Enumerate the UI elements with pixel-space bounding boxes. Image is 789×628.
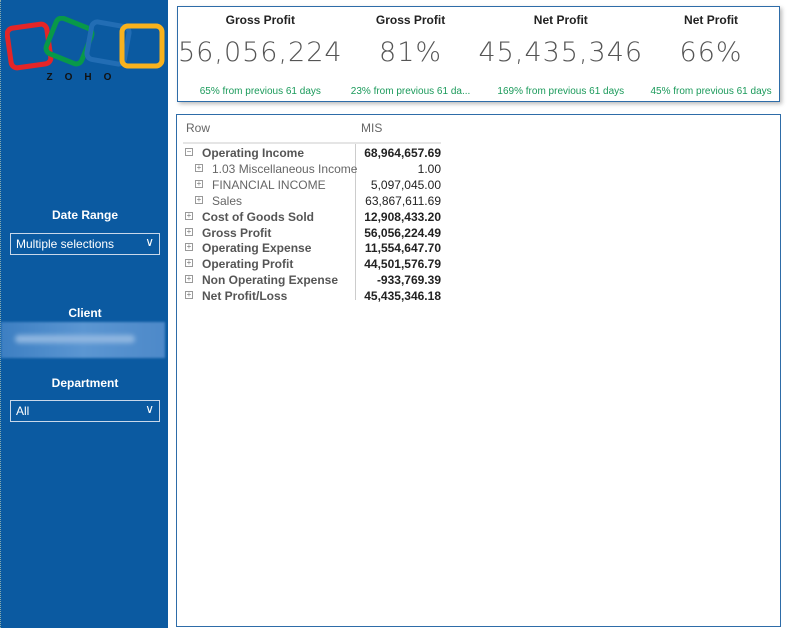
kpi-card: Net Profit 66% 45% from previous 61 days	[643, 7, 779, 101]
row-value: -933,769.39	[376, 273, 441, 288]
row-value: 1.00	[417, 161, 441, 176]
table-row: + Operating Expense 11,554,647.70	[185, 240, 441, 256]
table-row: + Cost of Goods Sold 12,908,433.20	[185, 209, 441, 225]
date-range-label: Date Range	[51, 208, 119, 222]
row-label: Operating Income	[202, 146, 305, 160]
kpi-value: 45,435,346	[478, 37, 644, 68]
row-value: 12,908,433.20	[364, 209, 441, 224]
table-row: + Operating Profit 44,501,576.79	[185, 256, 441, 272]
table-row: − Operating Income 68,964,657.69	[185, 145, 441, 161]
date-range-value: Multiple selections	[16, 237, 115, 251]
kpi-value: 56,056,224	[178, 37, 343, 68]
row-label: 1.03 Miscellaneous Income	[212, 161, 358, 176]
mis-matrix: Row MIS − Operating Income 68,964,657.69…	[176, 114, 781, 627]
sidebar: ZOHO Date Range Multiple selections ∨ Cl…	[0, 0, 168, 628]
kpi-card: Net Profit 45,435,346 169% from previous…	[479, 7, 644, 101]
kpi-title: Net Profit	[533, 13, 588, 27]
row-value: 11,554,647.70	[364, 241, 441, 256]
kpi-title: Net Profit	[684, 13, 739, 27]
row-value: 5,097,045.00	[370, 177, 441, 192]
client-slicer[interactable]	[1, 322, 165, 358]
row-label: Operating Profit	[202, 257, 294, 272]
row-label: Non Operating Expense	[202, 273, 339, 288]
table-row: + FINANCIAL INCOME 5,097,045.00	[185, 177, 441, 193]
row-value: 68,964,657.69	[364, 146, 441, 160]
client-label: Client	[68, 306, 102, 320]
kpi-change: 169% from previous 61 days	[497, 86, 625, 97]
expand-icon[interactable]: +	[185, 275, 193, 284]
row-label: Cost of Goods Sold	[202, 209, 314, 224]
kpi-change: 23% from previous 61 da...	[350, 86, 471, 97]
table-row: + 1.03 Miscellaneous Income 1.00	[185, 161, 441, 177]
kpi-change: 45% from previous 61 days	[650, 86, 772, 97]
expand-icon[interactable]: +	[185, 259, 193, 268]
kpi-value: 66%	[679, 37, 743, 68]
table-row: + Sales 63,867,611.69	[185, 193, 441, 209]
expand-icon[interactable]: +	[185, 243, 193, 252]
expand-icon[interactable]: +	[195, 179, 203, 188]
row-label: Operating Expense	[202, 241, 312, 256]
department-value: All	[16, 404, 30, 418]
table-row: + Gross Profit 56,056,224.49	[185, 225, 441, 241]
expand-icon[interactable]: +	[185, 291, 193, 300]
chevron-down-icon: ∨	[145, 402, 154, 416]
row-label: FINANCIAL INCOME	[212, 177, 326, 192]
header-divider	[183, 142, 441, 144]
kpi-cards: Gross Profit 56,056,224 65% from previou…	[177, 6, 780, 102]
department-dropdown[interactable]: All ∨	[10, 400, 160, 422]
row-label: Sales	[212, 193, 243, 208]
collapse-icon[interactable]: −	[185, 148, 193, 156]
expand-icon[interactable]: +	[195, 163, 203, 172]
kpi-title: Gross Profit	[225, 13, 295, 27]
row-value: 44,501,576.79	[364, 257, 441, 272]
row-value: 63,867,611.69	[365, 193, 441, 208]
table-row: + Net Profit/Loss 45,435,346.18	[185, 288, 441, 304]
kpi-change: 65% from previous 61 days	[199, 86, 321, 97]
kpi-card: Gross Profit 81% 23% from previous 61 da…	[343, 7, 479, 101]
row-value: 45,435,346.18	[364, 289, 441, 304]
kpi-value: 81%	[379, 37, 443, 68]
expand-icon[interactable]: +	[185, 227, 193, 236]
logo-text: ZOHO	[46, 72, 124, 83]
row-label: Net Profit/Loss	[202, 289, 288, 304]
row-header[interactable]: Row	[186, 121, 210, 135]
date-range-dropdown[interactable]: Multiple selections ∨	[10, 233, 160, 255]
expand-icon[interactable]: +	[195, 195, 203, 204]
table-row: + Non Operating Expense -933,769.39	[185, 272, 441, 288]
row-value: 56,056,224.49	[364, 225, 441, 240]
mis-header[interactable]: MIS	[361, 121, 382, 135]
chevron-down-icon: ∨	[145, 235, 154, 249]
kpi-title: Gross Profit	[375, 13, 446, 27]
kpi-card: Gross Profit 56,056,224 65% from previou…	[178, 7, 343, 101]
row-label: Gross Profit	[202, 225, 272, 240]
expand-icon[interactable]: +	[185, 211, 193, 220]
department-label: Department	[51, 376, 119, 390]
